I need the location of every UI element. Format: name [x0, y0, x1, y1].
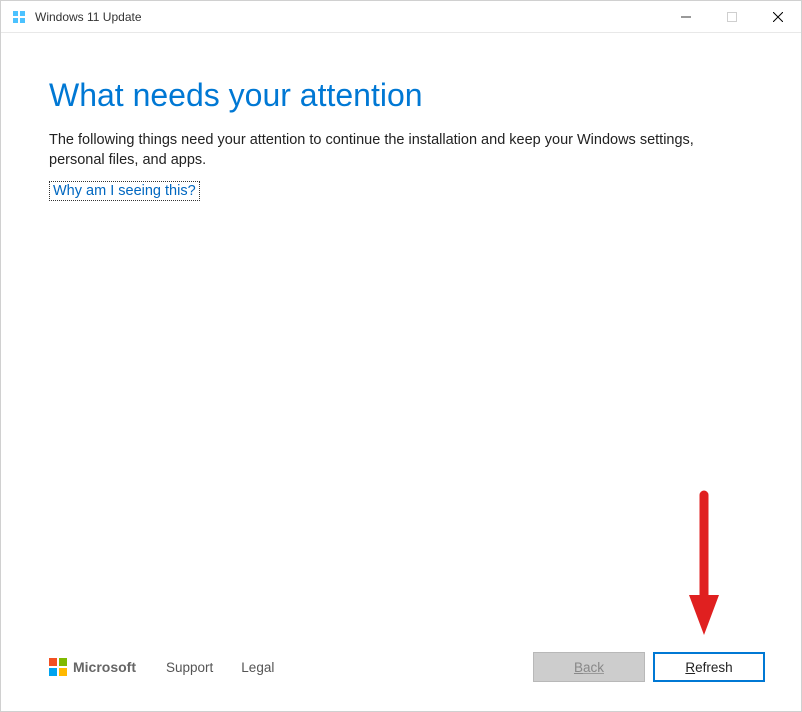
microsoft-logo: Microsoft	[49, 658, 136, 676]
app-window: Windows 11 Update What needs your attent…	[0, 0, 802, 712]
app-icon	[11, 9, 27, 25]
footer-buttons: Back Refresh	[533, 652, 765, 682]
microsoft-logo-icon	[49, 658, 67, 676]
maximize-button	[709, 1, 755, 32]
content-area: What needs your attention The following …	[1, 33, 801, 643]
refresh-button[interactable]: Refresh	[653, 652, 765, 682]
page-heading: What needs your attention	[49, 77, 753, 114]
back-button[interactable]: Back	[533, 652, 645, 682]
microsoft-logo-text: Microsoft	[73, 659, 136, 675]
close-button[interactable]	[755, 1, 801, 32]
window-title: Windows 11 Update	[35, 10, 142, 24]
footer: Microsoft Support Legal Back Refresh	[1, 643, 801, 711]
page-description: The following things need your attention…	[49, 130, 753, 171]
minimize-button[interactable]	[663, 1, 709, 32]
support-link[interactable]: Support	[166, 660, 213, 675]
window-controls	[663, 1, 801, 32]
titlebar: Windows 11 Update	[1, 1, 801, 33]
legal-link[interactable]: Legal	[241, 660, 274, 675]
why-seeing-this-link[interactable]: Why am I seeing this?	[49, 181, 200, 201]
